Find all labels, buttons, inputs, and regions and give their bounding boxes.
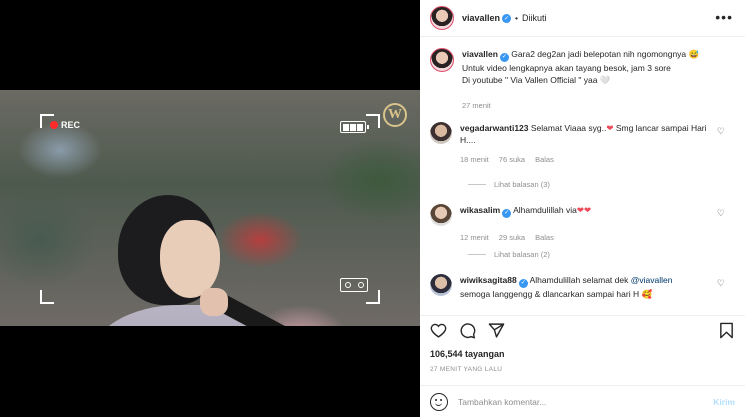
singer-face	[160, 220, 220, 298]
viewfinder-corner-bottom-right	[366, 290, 380, 304]
bookmark-icon[interactable]	[718, 322, 735, 339]
cassette-icon	[340, 278, 368, 292]
verified-icon: ✓	[502, 208, 512, 218]
comments-list: viavallen ✓ Gara2 deg2an jadi belepotan n…	[420, 38, 745, 308]
venue-logo: W	[383, 103, 407, 127]
viewfinder-corner-bottom-left	[40, 290, 54, 304]
comment-like-icon[interactable]: ♡	[717, 126, 725, 137]
comment-username[interactable]: wiwiksagita88	[460, 275, 517, 285]
verified-icon: ✓	[518, 278, 528, 288]
comment-item: wiwiksagita88 ✓ Alhamdulillah selamat dek…	[430, 274, 735, 300]
post-timestamp: 27 MENIT YANG LALU	[430, 366, 503, 373]
caption: viavallen ✓ Gara2 deg2an jadi belepotan n…	[430, 48, 735, 112]
follow-status[interactable]: Diikuti	[522, 13, 547, 23]
avatar[interactable]	[430, 204, 452, 226]
view-replies-label[interactable]: Lihat balasan (2)	[494, 250, 550, 259]
avatar[interactable]	[430, 274, 452, 296]
header-separator: •	[515, 13, 519, 23]
comment-time: 12 menit	[460, 232, 489, 242]
caption-line2: Untuk video lengkapnya akan tayang besok…	[462, 62, 671, 73]
emoji-icon[interactable]	[430, 392, 448, 411]
singer-hand	[200, 288, 228, 316]
comment-like-icon[interactable]: ♡	[717, 278, 725, 289]
comment-likes[interactable]: 29 suka	[499, 232, 525, 244]
add-comment-bar: Kirim	[420, 385, 745, 417]
view-replies-label[interactable]: Lihat balasan (3)	[494, 180, 550, 189]
heart-emoji: ❤❤	[576, 205, 592, 215]
verified-icon: ✓	[499, 52, 509, 62]
caption-line1: Gara2 deg2an jadi belepotan nih ngomongn…	[511, 49, 700, 59]
view-count[interactable]: 106,544 tayangan	[430, 349, 505, 359]
caption-time: 27 menit	[462, 100, 491, 110]
comment-likes[interactable]: 76 suka	[499, 154, 525, 166]
media-pane: REC W	[0, 0, 420, 417]
verified-icon: ✓	[502, 13, 512, 23]
comment-item: vegadarwanti123 Selamat Viaaa syg..❤ Smg…	[430, 122, 735, 166]
comment-time: 18 menit	[460, 155, 489, 164]
caption-line3: Di youtube " Via Vallen Official " yaa 🤍	[462, 74, 611, 85]
view-replies-button[interactable]: Lihat balasan (3)	[468, 180, 550, 189]
more-icon[interactable]: •••	[715, 9, 733, 25]
comment-text: Selamat Viaaa syg..	[530, 123, 607, 133]
battery-icon	[340, 121, 369, 133]
action-bar	[420, 315, 745, 345]
caption-username[interactable]: viavallen	[462, 49, 498, 59]
reply-button[interactable]: Balas	[535, 232, 554, 244]
comment-username[interactable]: vegadarwanti123	[460, 123, 529, 133]
view-replies-button[interactable]: Lihat balasan (2)	[468, 250, 550, 259]
comment-icon[interactable]	[459, 322, 476, 339]
post-side-panel: viavallen ✓ • Diikuti ••• viavallen ✓ Gar…	[420, 0, 745, 417]
rec-indicator: REC	[50, 120, 80, 130]
comment-text-cont: semoga langgengg & dlancarkan sampai har…	[460, 288, 653, 299]
avatar[interactable]	[430, 122, 452, 144]
comment-text: Alhamdulillah via	[513, 205, 577, 215]
share-icon[interactable]	[488, 322, 505, 339]
heart-icon[interactable]	[430, 322, 447, 339]
comment-text: Alhamdulillah selamat dek	[529, 275, 631, 285]
comment-input[interactable]	[458, 396, 704, 407]
comment-like-icon[interactable]: ♡	[717, 208, 725, 219]
header-username[interactable]: viavallen	[462, 13, 500, 23]
send-button[interactable]: Kirim	[713, 397, 735, 407]
reply-button[interactable]: Balas	[535, 154, 554, 166]
divider	[468, 254, 486, 255]
rec-label: REC	[61, 120, 81, 130]
record-dot-icon	[50, 121, 58, 129]
avatar[interactable]	[430, 6, 454, 30]
comment-item: wikasalim ✓ Alhamdulillah via❤❤ 12 menit …	[430, 204, 735, 244]
divider	[468, 184, 486, 185]
mention-link[interactable]: @viavallen	[631, 275, 673, 285]
comment-username[interactable]: wikasalim	[460, 205, 500, 215]
post-header: viavallen ✓ • Diikuti •••	[420, 0, 745, 37]
avatar[interactable]	[430, 48, 454, 72]
